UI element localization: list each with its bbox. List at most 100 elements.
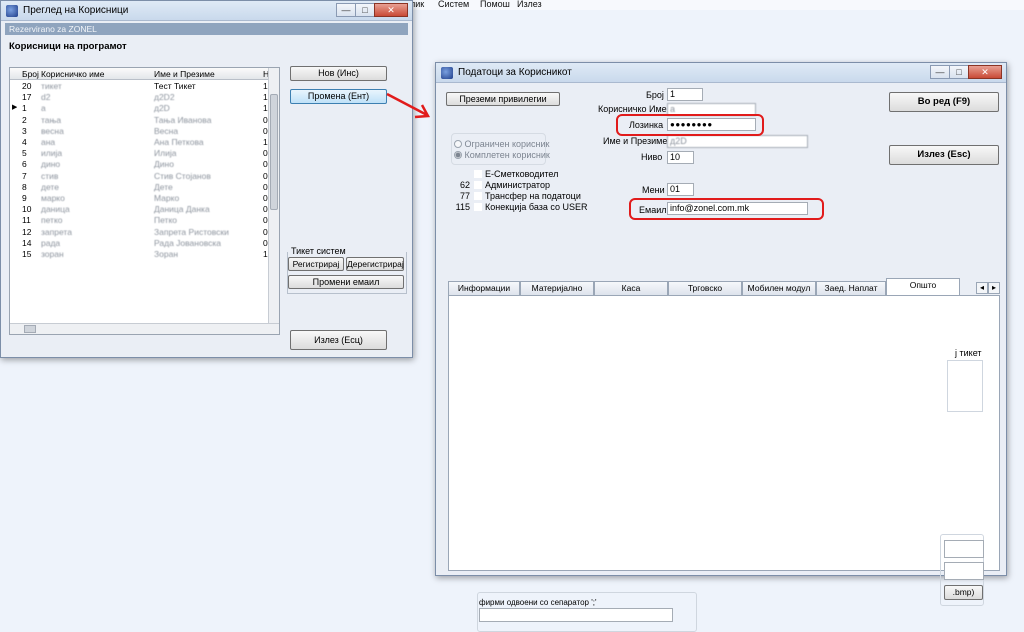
table-row[interactable]: 12 запрета Запрета Ристовски 0 xyxy=(10,227,268,238)
edit-user-button[interactable]: Промена (Ент) xyxy=(290,89,387,104)
table-row[interactable]: 11 петко Петко 0 xyxy=(10,215,268,226)
fullname-field[interactable]: д2D xyxy=(667,135,808,148)
tab-joint-collection[interactable]: Заед. Наплат xyxy=(816,281,886,295)
vertical-scrollbar[interactable] xyxy=(268,68,279,334)
table-cell: рада xyxy=(41,237,61,248)
role-item[interactable]: 77 Трансфер на податоци xyxy=(444,191,581,201)
email-highlight xyxy=(629,198,824,220)
close-icon[interactable]: ✕ xyxy=(968,65,1002,79)
role-item[interactable]: Е-Сметководител xyxy=(444,169,558,179)
section-title: Корисници на програмот xyxy=(9,41,127,52)
table-cell: 4 xyxy=(22,137,27,147)
tab-cash[interactable]: Каса xyxy=(594,281,668,295)
role-label: Конекција база со USER xyxy=(485,202,588,212)
tab-mobile[interactable]: Мобилен модул xyxy=(742,281,816,295)
change-email-button[interactable]: Промени емаил xyxy=(288,275,404,289)
table-row[interactable]: ▶ 1 a д2D 1 xyxy=(10,103,268,114)
maximize-icon[interactable]: □ xyxy=(949,65,969,79)
menu-field[interactable]: 01 xyxy=(667,183,694,196)
table-row[interactable]: 5 илија Илија 0 xyxy=(10,148,268,159)
table-cell: Ана Петкова xyxy=(154,137,204,147)
radio-full-icon[interactable] xyxy=(454,151,462,159)
hscroll-thumb[interactable] xyxy=(24,325,36,333)
table-cell: Илија xyxy=(154,148,177,159)
table-cell: Дино xyxy=(154,159,174,170)
table-row[interactable]: 2 тања Тања Ивановa 0 xyxy=(10,115,268,126)
table-cell: петко xyxy=(41,215,63,226)
tab-material[interactable]: Материјално xyxy=(520,281,594,295)
radio-limited-icon[interactable] xyxy=(454,140,462,148)
table-cell: 1 xyxy=(22,103,27,114)
table-cell: зоран xyxy=(41,249,64,259)
col-username[interactable]: Корисничко име xyxy=(41,69,105,79)
col-fullname[interactable]: Име и Презиме xyxy=(154,69,215,79)
table-row[interactable]: 3 весна Весна 0 xyxy=(10,126,268,137)
role-checkbox-icon[interactable] xyxy=(473,181,482,189)
register-button[interactable]: Регистрирај xyxy=(288,257,344,271)
bg-menu-item[interactable]: Систем xyxy=(438,0,469,9)
inherit-privileges-button[interactable]: Преземи привилегии xyxy=(446,92,560,106)
table-row[interactable]: 17 d2 д2D2 1 xyxy=(10,92,268,103)
tab-scroll-left-icon[interactable]: ◂ xyxy=(976,282,988,294)
radio-limited-label: Ограничен корисник xyxy=(464,139,550,149)
col-number[interactable]: Број xyxy=(22,69,39,79)
role-checkbox-icon[interactable] xyxy=(473,170,482,178)
scroll-thumb[interactable] xyxy=(270,94,278,210)
tab-trade[interactable]: Трговско xyxy=(668,281,742,295)
table-row[interactable]: 4 ана Ана Петкова 1 xyxy=(10,137,268,148)
table-cell: 5 xyxy=(22,148,27,159)
table-row[interactable]: 14 рада Рада Јовановска 0 xyxy=(10,238,268,249)
radio-full[interactable]: Комплетен корисник xyxy=(454,150,550,160)
bg-menu-item[interactable]: Излез xyxy=(517,0,542,9)
close-icon[interactable]: ✕ xyxy=(374,3,408,17)
minimize-icon[interactable]: — xyxy=(930,65,950,79)
companies-field[interactable] xyxy=(479,608,673,622)
role-item[interactable]: 115 Конекција база со USER xyxy=(444,202,588,212)
user-type-group: Ограничен корисник Комплетен корисник xyxy=(451,133,550,165)
role-label: Трансфер на податоци xyxy=(485,191,581,201)
table-row[interactable]: 20 тикет Тест Тикет 1 xyxy=(10,81,268,92)
tab-info[interactable]: Информации xyxy=(448,281,520,295)
unregister-button[interactable]: Дерегистрирај xyxy=(346,257,404,271)
table-cell: 6 xyxy=(22,159,27,170)
table-row[interactable]: 15 зоран Зоран 1 xyxy=(10,249,268,260)
image-field-1[interactable] xyxy=(944,540,984,558)
role-item[interactable]: 62 Администратор xyxy=(444,180,550,190)
tab-general[interactable]: Општо xyxy=(886,278,960,296)
table-row[interactable]: 10 даница Даница Данка 0 xyxy=(10,204,268,215)
radio-full-label: Комплетен корисник xyxy=(464,150,550,160)
bg-menu-item[interactable]: Помош xyxy=(480,0,510,9)
table-cell: марко xyxy=(41,193,65,203)
minimize-icon[interactable]: — xyxy=(336,3,356,17)
app-icon xyxy=(6,5,18,17)
table-cell: д2D2 xyxy=(154,92,175,103)
table-row[interactable]: 7 стив Стив Стојанов 0 xyxy=(10,171,268,182)
number-field[interactable]: 1 xyxy=(667,88,703,101)
table-row[interactable]: 8 дете Дете 0 xyxy=(10,182,268,193)
role-checkbox-icon[interactable] xyxy=(473,192,482,200)
username-label: Корисничко Име xyxy=(598,104,667,114)
users-grid[interactable]: Број Корисничко име Име и Презиме Н 20 ти… xyxy=(9,67,280,335)
radio-limited[interactable]: Ограничен корисник xyxy=(454,139,549,149)
ok-button[interactable]: Во ред (F9) xyxy=(889,92,999,112)
table-cell: Стив Стојанов xyxy=(154,170,211,181)
user-data-exit-button[interactable]: Излез (Esc) xyxy=(889,145,999,165)
role-checkbox-icon[interactable] xyxy=(473,203,482,211)
horizontal-scrollbar[interactable] xyxy=(10,323,279,334)
level-field[interactable]: 10 xyxy=(667,151,694,164)
image-field-2[interactable] xyxy=(944,562,984,580)
new-user-button[interactable]: Нов (Инс) xyxy=(290,66,387,81)
bmp-button[interactable]: .bmp) xyxy=(944,585,983,600)
table-row[interactable]: 6 дино Дино 0 xyxy=(10,159,268,170)
user-data-titlebar: Податоци за Корисникот — □ ✕ xyxy=(436,63,1006,83)
tab-scroll-right-icon[interactable]: ▸ xyxy=(988,282,1000,294)
table-cell: дино xyxy=(41,159,61,170)
table-cell: 14 xyxy=(22,237,32,248)
menu-label: Мени xyxy=(642,185,665,195)
table-cell: Рада Јовановска xyxy=(154,237,222,248)
maximize-icon[interactable]: □ xyxy=(355,3,375,17)
table-cell: 20 xyxy=(22,81,32,91)
table-cell: 8 xyxy=(22,181,27,192)
table-row[interactable]: 9 марко Марко 0 xyxy=(10,193,268,204)
users-exit-button[interactable]: Излез (Есц) xyxy=(290,330,387,350)
